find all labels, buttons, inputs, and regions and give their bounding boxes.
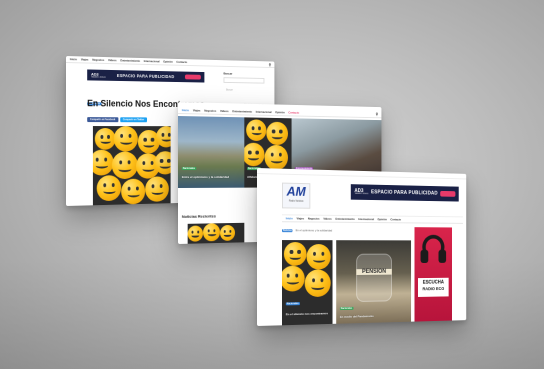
back-ad-banner[interactable]: AD3 TAMAÑO 468x60 ESPACIO PARA PUBLICIDA… <box>87 69 204 82</box>
ad-box: AD3 TAMAÑO 468x60 <box>354 189 368 195</box>
facebook-share-button[interactable]: Compartir en Facebook <box>87 117 118 122</box>
ticker-text[interactable]: En el optimismo y la solidaridad <box>296 228 333 232</box>
front-nav: Inicio Viajes Negocios Videos Entretenim… <box>282 214 463 224</box>
ad-box: AD3 TAMAÑO 468x60 <box>91 72 106 78</box>
ticker-label: Noticias <box>282 229 293 232</box>
search-icon[interactable]: ⚲ <box>376 112 378 117</box>
nav-item[interactable]: Entretenimiento <box>120 58 140 62</box>
twitter-share-button[interactable]: Compartir en Twitter <box>120 117 147 122</box>
news-ticker: Noticias En el optimismo y la solidarida… <box>282 228 332 232</box>
jar-label: PENSION <box>356 269 392 275</box>
nav-item[interactable]: Opinión <box>163 60 173 64</box>
recent-news-image[interactable] <box>188 223 245 244</box>
tile-caption[interactable]: En medio del Pandemonio <box>340 315 408 320</box>
nav-item[interactable]: Contacto <box>176 60 187 64</box>
nav-item[interactable]: Inicio <box>70 57 77 61</box>
front-tile-emoji-image[interactable]: Nacionales En el silencio nos encontramo… <box>282 240 333 325</box>
nav-item[interactable]: Entretenimiento <box>232 109 252 113</box>
nav-item[interactable]: Viajes <box>81 57 89 61</box>
back-hero-image[interactable] <box>93 126 171 205</box>
radio-promo[interactable]: ESCUCHA RADIO ECO <box>415 227 452 321</box>
nav-item[interactable]: Opinión <box>275 110 285 114</box>
nav-item[interactable]: Internacional <box>144 59 160 63</box>
tile-coast-image[interactable]: Nacionales Entre el optimismo y la solid… <box>178 116 244 188</box>
nav-item[interactable]: Contacto <box>288 110 299 114</box>
front-ad-banner[interactable]: AD3 TAMAÑO 468x60 ESPACIO PARA PUBLICIDA… <box>351 184 459 201</box>
ad-button[interactable] <box>185 74 201 79</box>
nav-item[interactable]: Entretenimiento <box>335 217 354 221</box>
tile-caption[interactable]: En el silencio nos encontramos <box>286 313 331 318</box>
sidebar-search-input[interactable]: Buscar <box>224 77 265 83</box>
nav-item[interactable]: Negocios <box>308 217 320 221</box>
nav-item[interactable]: Videos <box>323 217 331 221</box>
nav-item[interactable]: Viajes <box>193 108 201 112</box>
tile-badge[interactable]: Nacionales <box>286 302 300 305</box>
nav-item[interactable]: Inicio <box>182 108 189 112</box>
tile-badge[interactable]: Nacionales <box>340 307 353 310</box>
nav-item[interactable]: Negocios <box>92 58 104 62</box>
sidebar-search-label: Buscar <box>224 72 265 77</box>
tile-badge[interactable]: Nacionales <box>182 167 196 170</box>
nav-item[interactable]: Opinión <box>378 217 387 221</box>
ad-subtitle: TAMAÑO 468x60 <box>91 76 106 78</box>
nav-item[interactable]: Inicio <box>286 216 293 220</box>
ad-button[interactable] <box>440 191 455 197</box>
nav-item[interactable]: Videos <box>220 108 229 112</box>
site-logo[interactable]: AM Radio Noticias <box>282 183 310 209</box>
nav-item[interactable]: Negocios <box>204 108 216 112</box>
logo-subtitle: Radio Noticias <box>283 199 309 202</box>
logo-text: AM <box>283 184 309 200</box>
headphone-cup-left <box>421 250 429 263</box>
nav-item[interactable]: Internacional <box>358 217 374 221</box>
front-screen: AM Radio Noticias AD3 TAMAÑO 468x60 ESPA… <box>257 168 466 326</box>
front-tile-pension-image[interactable]: PENSION Nacionales En medio del Pandemon… <box>336 240 411 324</box>
section-title: Noticias Recientes <box>182 213 216 218</box>
back-nav: Inicio Viajes Negocios Videos Entretenim… <box>66 56 274 68</box>
jar-shape <box>356 254 392 302</box>
share-buttons: Compartir en Facebook Compartir en Twitt… <box>87 117 147 122</box>
ad-text: ESPACIO PARA PUBLICIDAD <box>371 189 438 196</box>
nav-item[interactable]: Viajes <box>297 216 305 220</box>
search-icon[interactable]: ⚲ <box>269 62 271 67</box>
nav-item[interactable]: Contacto <box>390 217 401 221</box>
nav-item[interactable]: Videos <box>108 58 117 62</box>
promo-box: ESCUCHA RADIO ECO <box>418 278 449 297</box>
back-sidebar: Buscar Buscar <box>224 72 265 84</box>
headphone-cup-right <box>439 250 447 263</box>
ad-subtitle: TAMAÑO 468x60 <box>354 193 368 195</box>
search-placeholder: Buscar <box>226 89 233 92</box>
nav-item[interactable]: Internacional <box>256 109 272 113</box>
tile-caption[interactable]: Entre el optimismo y la solidaridad <box>182 176 239 180</box>
ad-text: ESPACIO PARA PUBLICIDAD <box>117 73 174 79</box>
promo-line-2: RADIO ECO <box>418 286 449 292</box>
